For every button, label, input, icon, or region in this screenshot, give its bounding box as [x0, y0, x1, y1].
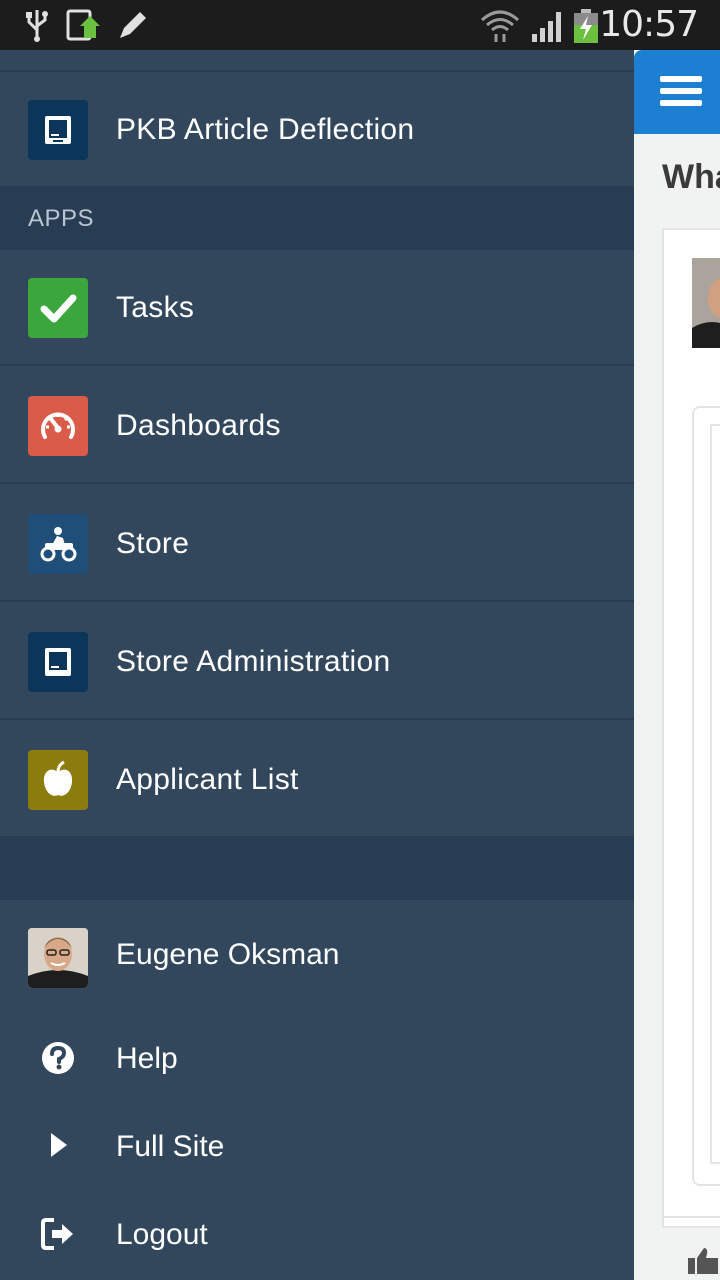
- user-profile-item[interactable]: Eugene Oksman: [0, 900, 634, 1016]
- nav-item-label: Applicant List: [116, 763, 299, 796]
- nav-item-label: Store Administration: [116, 645, 391, 678]
- text-area[interactable]: [710, 424, 720, 1164]
- section-spacer: [0, 838, 634, 900]
- avatar: [692, 258, 720, 348]
- apple-icon: [28, 750, 88, 810]
- signal-icon: [532, 12, 561, 42]
- atv-icon: [28, 514, 88, 574]
- screenshot-icon: [66, 9, 100, 41]
- speedometer-icon: [28, 396, 88, 456]
- nav-item-tasks[interactable]: Tasks: [0, 250, 634, 366]
- help-icon: [42, 1042, 74, 1074]
- nav-item-applicant-list[interactable]: Applicant List: [0, 722, 634, 838]
- help-item[interactable]: Help: [0, 1026, 634, 1096]
- nav-item-dashboards[interactable]: Dashboards: [0, 368, 634, 484]
- status-bar: 10:57: [0, 0, 720, 50]
- logout-icon: [41, 1218, 73, 1250]
- logout-item[interactable]: Logout: [0, 1202, 634, 1272]
- main-content-peek: Wha: [634, 50, 720, 1280]
- usb-icon: [26, 10, 48, 42]
- help-label: Help: [116, 1042, 178, 1075]
- thumbs-up-icon[interactable]: [688, 1246, 720, 1276]
- play-arrow-icon: [51, 1133, 67, 1157]
- pencil-icon: [120, 12, 146, 38]
- checkmark-icon: [28, 278, 88, 338]
- divider: [662, 1216, 720, 1218]
- post-input-box[interactable]: [692, 406, 720, 1186]
- nav-item-label: Store: [116, 527, 190, 560]
- feed-card: [662, 228, 720, 1228]
- nav-item-label: PKB Article Deflection: [116, 113, 415, 146]
- app-header: [634, 50, 720, 134]
- clock: 10:57: [599, 4, 699, 45]
- user-name: Eugene Oksman: [116, 938, 340, 971]
- wifi-icon: [481, 10, 519, 42]
- avatar: [28, 928, 88, 988]
- full-site-label: Full Site: [116, 1130, 225, 1163]
- page-title: Wha: [662, 158, 720, 196]
- nav-item-store[interactable]: Store: [0, 486, 634, 602]
- nav-item-pkb-article-deflection[interactable]: PKB Article Deflection: [0, 72, 634, 188]
- logout-label: Logout: [116, 1218, 208, 1251]
- navigation-drawer: PKB Article Deflection APPS Tasks Dashbo…: [0, 50, 634, 1280]
- nav-item-label: Tasks: [116, 291, 195, 324]
- nav-item-store-administration[interactable]: Store Administration: [0, 604, 634, 720]
- battery-charging-icon: [574, 9, 598, 43]
- hamburger-menu-icon[interactable]: [660, 74, 702, 108]
- tablet-icon: [28, 100, 88, 160]
- nav-item-label: Dashboards: [116, 409, 281, 442]
- tablet-icon: [28, 632, 88, 692]
- section-header-apps: APPS: [0, 188, 634, 250]
- full-site-item[interactable]: Full Site: [0, 1114, 634, 1184]
